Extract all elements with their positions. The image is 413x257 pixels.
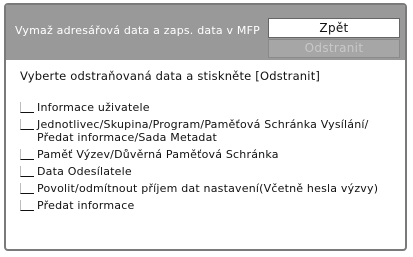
dialog-title: Vymaž adresářová data a zaps. data v MFP bbox=[15, 24, 260, 37]
delete-button[interactable]: Odstranit bbox=[268, 39, 400, 58]
checkbox-icon[interactable] bbox=[20, 102, 34, 113]
checkbox-polling-memory[interactable]: Paměť Výzev/Důvěrná Paměťová Schránka bbox=[20, 148, 400, 161]
checkbox-icon[interactable] bbox=[20, 200, 34, 211]
checkbox-icon[interactable] bbox=[20, 149, 34, 160]
dialog-panel: Vymaž adresářová data a zaps. data v MFP… bbox=[4, 3, 407, 251]
checkbox-user-info[interactable]: Informace uživatele bbox=[20, 101, 400, 114]
checkbox-label: Paměť Výzev/Důvěrná Paměťová Schránka bbox=[37, 148, 279, 161]
checkbox-sender-data[interactable]: Data Odesílatele bbox=[20, 165, 400, 178]
checkbox-icon[interactable] bbox=[20, 166, 34, 177]
data-checkbox-list: Informace uživatele Jednotlivec/Skupina/… bbox=[20, 101, 400, 216]
checkbox-label: Předat informace bbox=[37, 199, 135, 212]
checkbox-individual-group-program[interactable]: Jednotlivec/Skupina/Program/Paměťová Sch… bbox=[20, 118, 400, 144]
back-button[interactable]: Zpět bbox=[268, 18, 400, 38]
instruction-text: Vyberte odstraňovaná data a stiskněte [O… bbox=[20, 69, 321, 83]
checkbox-icon[interactable] bbox=[20, 119, 34, 130]
dialog-header: Vymaž adresářová data a zaps. data v MFP… bbox=[6, 5, 405, 60]
checkbox-label: Povolit/odmítnout příjem dat nastavení(V… bbox=[37, 182, 379, 195]
checkbox-allow-reject-settings[interactable]: Povolit/odmítnout příjem dat nastavení(V… bbox=[20, 182, 400, 195]
checkbox-label: Jednotlivec/Skupina/Program/Paměťová Sch… bbox=[37, 118, 369, 144]
checkbox-label: Data Odesílatele bbox=[37, 165, 132, 178]
checkbox-icon[interactable] bbox=[20, 183, 34, 194]
checkbox-label: Informace uživatele bbox=[37, 101, 150, 114]
checkbox-forward-info[interactable]: Předat informace bbox=[20, 199, 400, 212]
